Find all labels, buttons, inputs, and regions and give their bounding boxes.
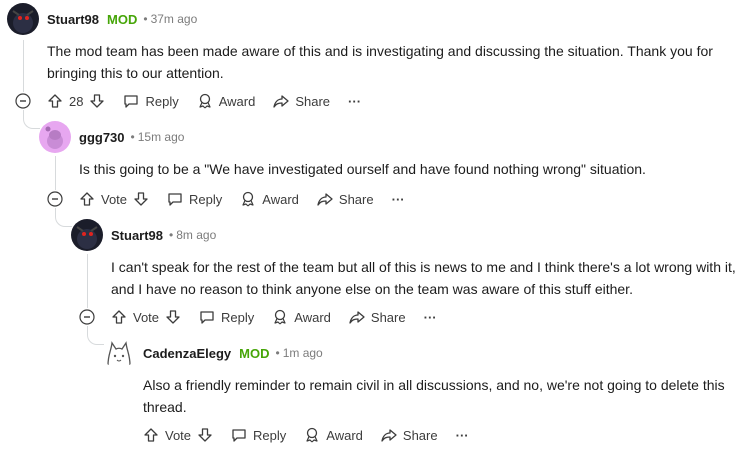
thread-line (23, 40, 24, 92)
share-icon (349, 311, 365, 324)
vote-score: Vote (101, 191, 128, 207)
downvote-icon[interactable] (197, 427, 213, 443)
timestamp[interactable]: 8m ago (176, 228, 216, 242)
comment-body: I can't speak for the rest of the team b… (111, 259, 736, 297)
reply-icon (124, 95, 139, 108)
comment-body: Is this going to be a "We have investiga… (79, 161, 646, 177)
share-label: Share (370, 309, 406, 325)
more-options-button[interactable]: ··· (424, 310, 437, 325)
upvote-icon[interactable] (111, 309, 127, 325)
timestamp[interactable]: 37m ago (151, 12, 198, 26)
reply-label: Reply (253, 427, 287, 443)
award-label: Award (262, 191, 299, 207)
award-button[interactable]: Award (240, 191, 299, 207)
vote-score: 28 (69, 93, 84, 109)
comment-header: CadenzaElegy MOD • 1m ago (103, 337, 323, 369)
share-label: Share (295, 93, 331, 109)
collapse-icon[interactable] (15, 93, 31, 109)
collapse-icon[interactable] (79, 309, 95, 325)
avatar[interactable] (103, 337, 135, 369)
comment-header: ggg730 • 15m ago (39, 121, 184, 153)
author-name[interactable]: ggg730 (79, 130, 125, 145)
share-label: Share (338, 191, 374, 207)
author-name[interactable]: Stuart98 (111, 228, 163, 243)
timestamp[interactable]: 15m ago (138, 130, 185, 144)
award-icon (306, 427, 318, 443)
award-icon (199, 93, 211, 109)
more-options-button[interactable]: ··· (348, 94, 361, 109)
separator: • (130, 130, 135, 144)
award-icon (274, 309, 286, 325)
mod-badge: MOD (107, 11, 138, 27)
share-button[interactable]: Share (273, 93, 330, 109)
downvote-icon[interactable] (89, 93, 105, 109)
reply-button[interactable]: Reply (167, 191, 222, 207)
share-button[interactable]: Share (381, 427, 438, 443)
vote-score: Vote (165, 427, 192, 443)
share-label: Share (402, 427, 438, 443)
award-label: Award (294, 309, 331, 325)
award-label: Award (218, 93, 256, 109)
reply-label: Reply (221, 309, 255, 325)
share-button[interactable]: Share (349, 309, 406, 325)
reply-button[interactable]: Reply (199, 309, 254, 325)
reply-button[interactable]: Reply (231, 427, 286, 443)
award-label: Award (326, 427, 363, 443)
upvote-icon[interactable] (47, 93, 63, 109)
comment-actions: Vote Reply Award Share ··· (47, 185, 423, 213)
author-name[interactable]: Stuart98 (47, 12, 99, 27)
share-icon (317, 193, 333, 206)
upvote-icon[interactable] (79, 191, 95, 207)
vote-score: Vote (133, 309, 160, 325)
downvote-icon[interactable] (165, 309, 181, 325)
comment-header: Stuart98 MOD • 37m ago (7, 3, 197, 35)
separator: • (143, 12, 148, 26)
separator: • (169, 228, 174, 242)
reply-icon (232, 429, 246, 442)
more-options-button[interactable]: ··· (456, 428, 469, 443)
downvote-icon[interactable] (133, 191, 149, 207)
reply-label: Reply (189, 191, 223, 207)
reply-label: Reply (145, 93, 179, 109)
author-name[interactable]: CadenzaElegy (143, 346, 231, 361)
comment-body: The mod team has been made aware of this… (47, 43, 713, 81)
award-icon (242, 191, 254, 207)
separator: • (275, 346, 280, 360)
avatar[interactable] (39, 121, 71, 153)
comment-actions: 28 Reply Award Share ··· (15, 87, 379, 115)
thread-line (87, 254, 88, 308)
award-button[interactable]: Award (197, 93, 256, 109)
reply-icon (168, 193, 182, 206)
comment-header: Stuart98 • 8m ago (71, 219, 216, 251)
award-button[interactable]: Award (272, 309, 331, 325)
upvote-icon[interactable] (143, 427, 159, 443)
share-icon (381, 429, 397, 442)
comment-actions: Vote Reply Award Share ··· (143, 421, 487, 449)
avatar[interactable] (71, 219, 103, 251)
collapse-icon[interactable] (47, 191, 63, 207)
award-button[interactable]: Award (304, 427, 363, 443)
comment-actions: Vote Reply Award Share ··· (79, 303, 455, 331)
mod-badge: MOD (239, 345, 270, 361)
reply-icon (200, 311, 214, 324)
timestamp[interactable]: 1m ago (283, 346, 323, 360)
avatar[interactable] (7, 3, 39, 35)
share-button[interactable]: Share (317, 191, 374, 207)
more-options-button[interactable]: ··· (392, 192, 405, 207)
share-icon (273, 95, 289, 108)
reply-button[interactable]: Reply (123, 93, 179, 109)
comment-body: Also a friendly reminder to remain civil… (143, 377, 725, 415)
